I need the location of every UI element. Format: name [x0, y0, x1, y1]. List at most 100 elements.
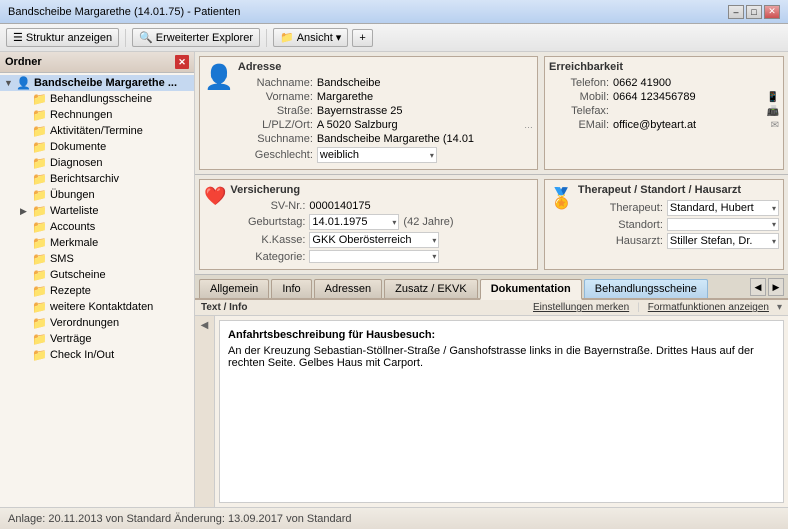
maximize-button[interactable]: □ [746, 5, 762, 19]
phone-icon[interactable]: 📱 [767, 92, 779, 103]
sidebar-item-gutscheine[interactable]: 📁 Gutscheine [16, 267, 194, 283]
sidebar-item-merkmale[interactable]: 📁 Merkmale [16, 235, 194, 251]
email-row: EMail: office@byteart.at ✉ [549, 119, 779, 131]
folder-icon: 📁 [32, 268, 47, 282]
explorer-button[interactable]: 🔍 Erweiterter Explorer [132, 28, 260, 47]
sidebar-item-vertraege[interactable]: 📁 Verträge [16, 331, 194, 347]
telefon-value: 0662 41900 [613, 77, 779, 89]
tab-bar: Allgemein Info Adressen Zusatz / EKVK Do… [195, 275, 788, 300]
tree-item-label: Übungen [50, 189, 95, 201]
folder-icon: 📁 [32, 92, 47, 106]
sidebar-close-button[interactable]: ✕ [175, 55, 189, 69]
folder-icon: 📁 [32, 220, 47, 234]
tree-item-label: Berichtsarchiv [50, 173, 119, 185]
sidebar-item-aktivitaeten[interactable]: 📁 Aktivitäten/Termine [16, 123, 194, 139]
sidebar-item-dokumente[interactable]: 📁 Dokumente [16, 139, 194, 155]
tab-next-button[interactable]: ▶ [768, 278, 784, 296]
folder-icon: 📁 [32, 156, 47, 170]
nachname-value: Bandscheibe [317, 77, 533, 89]
kasse-dropdown[interactable]: GKK Oberösterreich ▾ [309, 232, 439, 248]
tab-prev-button[interactable]: ◀ [750, 278, 766, 296]
tree-root-item[interactable]: ▼ 👤 Bandscheibe Margarethe ... [0, 75, 194, 91]
tab-zusatz[interactable]: Zusatz / EKVK [384, 279, 478, 298]
top-panels: 👤 Adresse Nachname: Bandscheibe Vorname:… [195, 52, 788, 175]
geburt-dropdown[interactable]: 14.01.1975 ▾ [309, 214, 399, 230]
content-area: 👤 Adresse Nachname: Bandscheibe Vorname:… [195, 52, 788, 507]
structure-icon: ☰ [13, 31, 23, 44]
sidebar-item-warteliste[interactable]: ▶ 📁 Warteliste [16, 203, 194, 219]
award-icon: 🏅 [549, 188, 574, 210]
heart-icon: ❤️ [204, 186, 226, 206]
sidebar-item-weitere[interactable]: 📁 weitere Kontaktdaten [16, 299, 194, 315]
add-button[interactable]: + [352, 29, 372, 47]
kasse-row: K.Kasse: GKK Oberösterreich ▾ [230, 232, 533, 248]
folder-icon: 📁 [280, 31, 294, 44]
tab-info[interactable]: Info [271, 279, 311, 298]
sidebar-item-sms[interactable]: 📁 SMS [16, 251, 194, 267]
vorname-row: Vorname: Margarethe [238, 91, 533, 103]
dropdown-arrow-icon: ▾ [772, 204, 776, 213]
separator2 [266, 29, 267, 47]
sidebar-item-checkin[interactable]: 📁 Check In/Out [16, 347, 194, 363]
email-icon[interactable]: ✉ [771, 120, 779, 131]
kategorie-dropdown[interactable]: ▾ [309, 250, 439, 263]
text-content[interactable]: Anfahrtsbeschreibung für Hausbesuch: An … [219, 320, 784, 503]
svnr-value: 0000140175 [309, 200, 533, 212]
dropdown-arrow-icon[interactable]: ▾ [777, 302, 782, 313]
sidebar-item-rechnungen[interactable]: 📁 Rechnungen [16, 107, 194, 123]
person-folder-icon: 👤 [16, 76, 31, 90]
folder-icon: 📁 [32, 108, 47, 122]
sidebar-item-uebungen[interactable]: 📁 Übungen [16, 187, 194, 203]
strasse-row: Straße: Bayernstrasse 25 [238, 105, 533, 117]
folder-icon: 📁 [32, 124, 47, 138]
therapeut-dropdown[interactable]: Standard, Hubert ▾ [667, 200, 779, 216]
hausarzt-row: Hausarzt: Stiller Stefan, Dr. ▾ [578, 233, 779, 249]
sidebar-title: Ordner [5, 56, 42, 68]
settings-link[interactable]: Einstellungen merken [533, 302, 629, 313]
middle-panels: ❤️ Versicherung SV-Nr.: 0000140175 Gebur… [195, 175, 788, 275]
sidebar-item-diagnosen[interactable]: 📁 Diagnosen [16, 155, 194, 171]
folder-icon: 📁 [32, 188, 47, 202]
sidebar-item-rezepte[interactable]: 📁 Rezepte [16, 283, 194, 299]
tab-dokumentation[interactable]: Dokumentation [480, 279, 582, 300]
close-button[interactable]: ✕ [764, 5, 780, 19]
structure-button[interactable]: ☰ Struktur anzeigen [6, 28, 119, 47]
alter-value: (42 Jahre) [403, 216, 453, 228]
tree-item-label: SMS [50, 253, 74, 265]
hausarzt-dropdown[interactable]: Stiller Stefan, Dr. ▾ [667, 233, 779, 249]
folder-icon: 📁 [32, 236, 47, 250]
side-arrow-icon[interactable]: ◀ [201, 320, 209, 331]
tree-item-label: Rechnungen [50, 109, 112, 121]
view-button[interactable]: 📁 Ansicht ▾ [273, 28, 348, 47]
tab-allgemein[interactable]: Allgemein [199, 279, 269, 298]
geschlecht-value: weiblich [320, 149, 359, 161]
email-label: EMail: [549, 119, 609, 131]
tree-item-label: Gutscheine [50, 269, 106, 281]
suchname-row: Suchname: Bandscheibe Margarethe (14.01 [238, 133, 533, 145]
fax-icon[interactable]: 📠 [767, 106, 779, 117]
separator [125, 29, 126, 47]
folder-icon: 📁 [32, 252, 47, 266]
dropdown-arrow-icon: ▾ [432, 236, 436, 245]
contact-panel: Erreichbarkeit Telefon: 0662 41900 Mobil… [544, 56, 784, 170]
tree-item-label: Rezepte [50, 285, 91, 297]
sidebar-item-accounts[interactable]: 📁 Accounts [16, 219, 194, 235]
tab-behandlungsscheine[interactable]: Behandlungsscheine [584, 279, 708, 298]
therapeut-value: Standard, Hubert [670, 202, 754, 214]
tree-item-label: Dokumente [50, 141, 106, 153]
tree-root-label: Bandscheibe Margarethe ... [34, 77, 177, 89]
sidebar-item-berichtsarchiv[interactable]: 📁 Berichtsarchiv [16, 171, 194, 187]
minimize-button[interactable]: – [728, 5, 744, 19]
sidebar-item-behandlungsscheine[interactable]: 📁 Behandlungsscheine [16, 91, 194, 107]
dropdown-arrow-icon: ▾ [772, 237, 776, 246]
sidebar-item-verordnungen[interactable]: 📁 Verordnungen [16, 315, 194, 331]
standort-dropdown[interactable]: ▾ [667, 218, 779, 231]
format-link[interactable]: Formatfunktionen anzeigen [648, 302, 769, 313]
tab-adressen[interactable]: Adressen [314, 279, 382, 298]
dropdown-arrow-icon: ▾ [392, 218, 396, 227]
kasse-label: K.Kasse: [230, 234, 305, 246]
telefax-label: Telefax: [549, 105, 609, 117]
sidebar-tree: ▼ 👤 Bandscheibe Margarethe ... 📁 Behandl… [0, 73, 194, 507]
svnr-label: SV-Nr.: [230, 200, 305, 212]
geschlecht-dropdown[interactable]: weiblich ▾ [317, 147, 437, 163]
